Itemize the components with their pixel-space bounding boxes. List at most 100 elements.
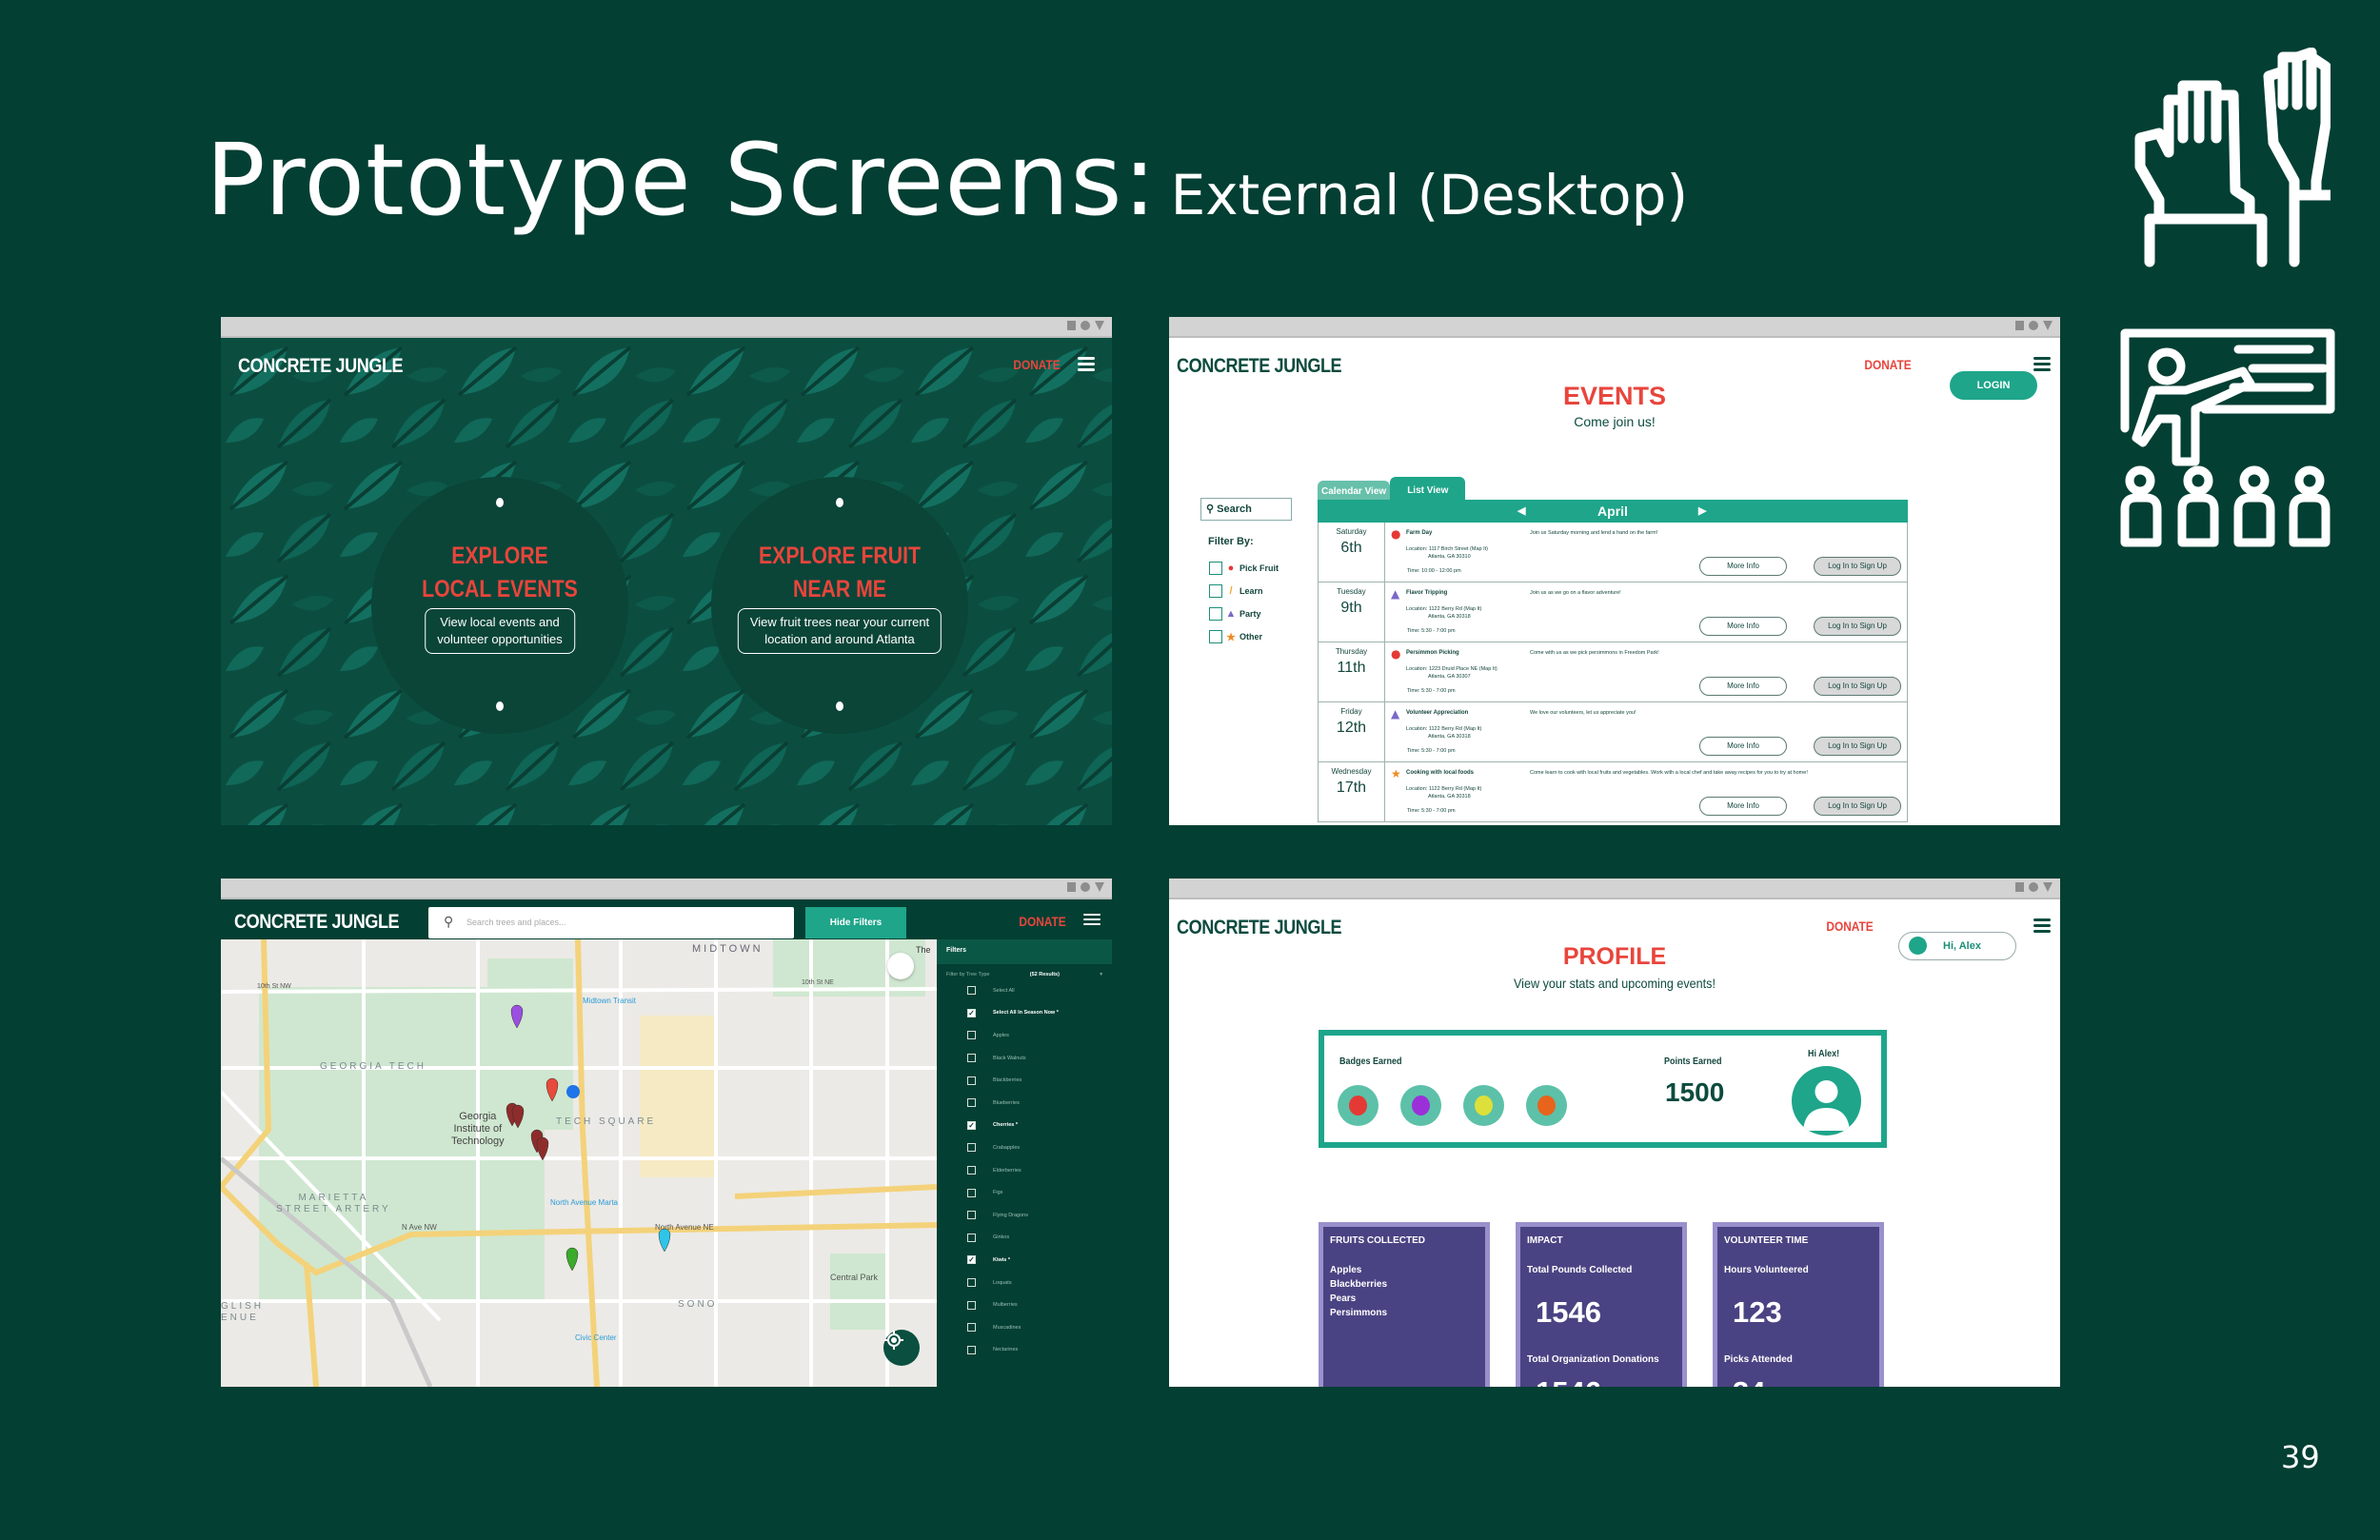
maximize-icon[interactable] — [2029, 882, 2038, 892]
browser-chrome — [1169, 317, 2060, 338]
donate-link[interactable]: DONATE — [1013, 357, 1060, 372]
login-to-sign-up-button[interactable]: Log In to Sign Up — [1814, 677, 1901, 696]
donate-link[interactable]: DONATE — [1826, 918, 1873, 934]
minimize-icon[interactable] — [2015, 321, 2024, 330]
maximize-icon[interactable] — [1081, 882, 1090, 892]
tree-filter-item[interactable]: Select All — [937, 979, 1112, 1002]
map-page: CONCRETE JUNGLE ⚲ Search trees and places… — [221, 899, 1112, 1387]
tab-list-view[interactable]: List View — [1390, 477, 1466, 503]
search-input[interactable]: ⚲ Search trees and places... — [428, 907, 794, 938]
more-info-button[interactable]: More Info — [1699, 617, 1787, 636]
checkbox[interactable] — [967, 1076, 976, 1085]
hide-filters-button[interactable]: Hide Filters — [805, 907, 906, 938]
dropdown-icon[interactable] — [2043, 882, 2053, 892]
dropdown-icon[interactable] — [2043, 321, 2053, 330]
login-to-sign-up-button[interactable]: Log In to Sign Up — [1814, 617, 1901, 636]
donate-link[interactable]: DONATE — [1864, 357, 1911, 372]
checkbox[interactable] — [1209, 562, 1222, 575]
tree-filter-label: Nectarines — [993, 1347, 1019, 1353]
more-info-button[interactable]: More Info — [1699, 557, 1787, 576]
minimize-icon[interactable] — [1067, 882, 1076, 892]
tree-filter-item[interactable]: Flying Dragons — [937, 1204, 1112, 1227]
more-info-button[interactable]: More Info — [1699, 677, 1787, 696]
tree-filter-item[interactable]: ✓ Kiwis * — [937, 1249, 1112, 1272]
dropdown-icon[interactable] — [1095, 321, 1104, 330]
checkbox[interactable] — [967, 1054, 976, 1063]
menu-icon[interactable] — [2033, 918, 2051, 933]
filter-by-tree-type[interactable]: Filter by Tree Type (52 Results) ▾ — [937, 964, 1112, 979]
dropdown-icon[interactable] — [1095, 882, 1104, 892]
avatar[interactable] — [1792, 1066, 1861, 1135]
checkbox[interactable] — [967, 1098, 976, 1108]
checkbox[interactable] — [967, 1211, 976, 1220]
brand-logo[interactable]: CONCRETE JUNGLE — [1177, 917, 1342, 939]
tree-filter-item[interactable]: Ginkos — [937, 1227, 1112, 1250]
checkbox[interactable] — [967, 1233, 976, 1242]
tree-filter-item[interactable]: Loquats — [937, 1272, 1112, 1294]
filter-party[interactable]: ▲ Party — [1209, 602, 1279, 625]
teacher-presentation-icon — [2119, 328, 2338, 547]
tree-filter-item[interactable]: Blackberries — [937, 1069, 1112, 1092]
tree-filter-label: Muscadines — [993, 1324, 1021, 1331]
checkbox[interactable] — [1209, 607, 1222, 621]
explore-fruit-card[interactable]: EXPLORE FRUIT NEAR ME View fruit trees ne… — [711, 477, 968, 734]
tree-filter-item[interactable]: Mulberries — [937, 1293, 1112, 1316]
minimize-icon[interactable] — [2015, 882, 2024, 892]
checkbox[interactable]: ✓ — [967, 1255, 976, 1265]
event-weekday: Saturday — [1336, 527, 1367, 536]
brand-logo[interactable]: CONCRETE JUNGLE — [238, 355, 404, 378]
checkbox[interactable] — [967, 1345, 976, 1354]
tree-filter-item[interactable]: Elderberries — [937, 1159, 1112, 1182]
checkbox[interactable] — [967, 1300, 976, 1310]
tree-filter-item[interactable]: Apples — [937, 1024, 1112, 1047]
tree-filter-item[interactable]: Crabapples — [937, 1136, 1112, 1159]
checkbox[interactable] — [967, 1031, 976, 1040]
login-to-sign-up-button[interactable]: Log In to Sign Up — [1814, 557, 1901, 576]
search-input[interactable]: ⚲ Search — [1200, 498, 1292, 521]
next-month-icon[interactable]: ▶ — [1698, 500, 1706, 523]
checkbox[interactable] — [967, 1166, 976, 1175]
layers-button[interactable] — [887, 953, 914, 979]
tree-filter-item[interactable]: Nectarines — [937, 1339, 1112, 1362]
tree-filter-item[interactable]: Figs — [937, 1181, 1112, 1204]
checkbox[interactable] — [967, 1278, 976, 1288]
filter-learn[interactable]: / Learn — [1209, 580, 1279, 602]
prev-month-icon[interactable]: ◀ — [1517, 500, 1525, 523]
explore-events-button[interactable]: View local events and volunteer opportuni… — [425, 608, 575, 654]
checkbox[interactable] — [1209, 630, 1222, 643]
more-info-button[interactable]: More Info — [1699, 797, 1787, 816]
checkbox[interactable] — [1209, 584, 1222, 598]
tree-filter-item[interactable]: ✓ Select All In Season Now * — [937, 1002, 1112, 1025]
checkbox[interactable] — [967, 1323, 976, 1333]
tree-filter-item[interactable]: Muscadines — [937, 1316, 1112, 1339]
pencil-icon: / — [1229, 585, 1233, 597]
menu-icon[interactable] — [1078, 357, 1095, 371]
filter-other[interactable]: ★ Other — [1209, 625, 1279, 648]
checkbox[interactable] — [967, 1143, 976, 1153]
brand-logo[interactable]: CONCRETE JUNGLE — [1177, 355, 1342, 378]
donate-link[interactable]: DONATE — [1019, 914, 1065, 929]
locate-me-button[interactable] — [883, 1330, 920, 1366]
tree-filter-item[interactable]: ✓ Cherries * — [937, 1115, 1112, 1137]
more-info-button[interactable]: More Info — [1699, 737, 1787, 756]
tree-filter-item[interactable]: Blueberries — [937, 1092, 1112, 1115]
user-icon — [1803, 1080, 1850, 1131]
login-to-sign-up-button[interactable]: Log In to Sign Up — [1814, 797, 1901, 816]
brand-logo[interactable]: CONCRETE JUNGLE — [234, 911, 400, 934]
checkbox[interactable]: ✓ — [967, 1120, 976, 1130]
explore-events-card[interactable]: EXPLORE LOCAL EVENTS View local events an… — [371, 477, 628, 734]
checkbox[interactable] — [967, 1188, 976, 1197]
maximize-icon[interactable] — [1081, 321, 1090, 330]
login-to-sign-up-button[interactable]: Log In to Sign Up — [1814, 737, 1901, 756]
map-view[interactable]: MIDTOWN The 10th St NW 10th St NE Midtow… — [221, 939, 937, 1387]
minimize-icon[interactable] — [1067, 321, 1076, 330]
event-row: Friday 12th ▲ Volunteer Appreciation Locatio… — [1319, 702, 1907, 762]
maximize-icon[interactable] — [2029, 321, 2038, 330]
checkbox[interactable] — [967, 986, 976, 996]
explore-fruit-button[interactable]: View fruit trees near your current locati… — [737, 608, 942, 654]
checkbox[interactable]: ✓ — [967, 1008, 976, 1017]
filter-pick-fruit[interactable]: ● Pick Fruit — [1209, 557, 1279, 580]
tree-filter-item[interactable]: Black Walnuts — [937, 1047, 1112, 1070]
menu-icon[interactable] — [2033, 357, 2051, 371]
menu-icon[interactable] — [1083, 914, 1101, 925]
